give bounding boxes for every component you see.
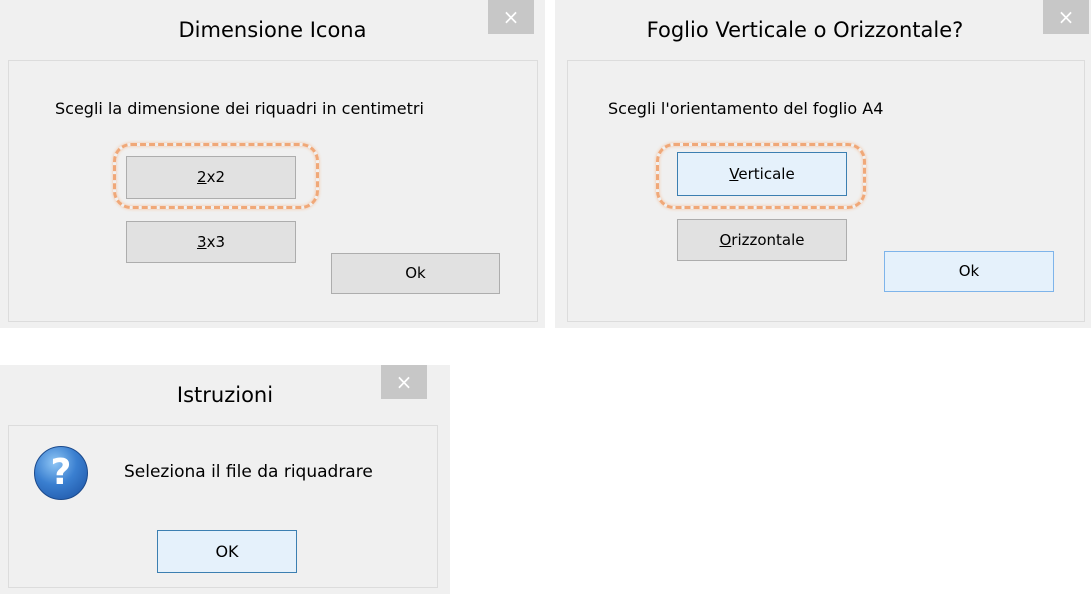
close-button[interactable]: × <box>1043 0 1089 34</box>
prompt-text: Scegli l'orientamento del foglio A4 <box>608 99 884 118</box>
close-icon: × <box>395 370 413 394</box>
title-bar: Foglio Verticale o Orizzontale? × <box>555 0 1091 60</box>
close-button[interactable]: × <box>381 365 427 399</box>
title-bar: Dimensione Icona × <box>0 0 545 60</box>
prompt-text: Scegli la dimensione dei riquadri in cen… <box>55 99 424 118</box>
ok-button[interactable]: Ok <box>331 253 500 294</box>
title-bar: Istruzioni × <box>0 365 450 425</box>
ok-button[interactable]: Ok <box>884 251 1054 292</box>
size-3x3-button[interactable]: 3x3 <box>126 221 296 263</box>
mnemonic: O <box>719 231 732 249</box>
mnemonic: 3 <box>197 233 207 251</box>
dialog-foglio-orientamento: Foglio Verticale o Orizzontale? × Scegli… <box>555 0 1091 328</box>
dialog-content: Scegli la dimensione dei riquadri in cen… <box>8 60 538 322</box>
close-button[interactable]: × <box>488 0 534 34</box>
ok-button[interactable]: OK <box>157 530 297 573</box>
message-text: Seleziona il file da riquadrare <box>124 462 373 482</box>
dialog-title: Dimensione Icona <box>178 18 367 42</box>
dialog-istruzioni: Istruzioni × ? Seleziona il file da riqu… <box>0 365 450 594</box>
mnemonic: 2 <box>197 168 207 186</box>
button-label: erticale <box>738 165 795 183</box>
dialog-title: Foglio Verticale o Orizzontale? <box>646 18 964 42</box>
question-icon: ? <box>34 446 88 500</box>
dialog-title: Istruzioni <box>176 383 274 407</box>
close-icon: × <box>1057 5 1075 29</box>
dialog-dimensione-icona: Dimensione Icona × Scegli la dimensione … <box>0 0 545 328</box>
button-label: x3 <box>206 233 225 251</box>
verticale-button[interactable]: Verticale <box>677 152 847 196</box>
button-label: x2 <box>206 168 225 186</box>
button-label: rizzontale <box>731 231 805 249</box>
orizzontale-button[interactable]: Orizzontale <box>677 219 847 261</box>
dialog-content: Scegli l'orientamento del foglio A4 Vert… <box>567 60 1085 322</box>
dialog-content: ? Seleziona il file da riquadrare OK <box>8 425 438 588</box>
close-icon: × <box>502 5 520 29</box>
size-2x2-button[interactable]: 2x2 <box>126 156 296 199</box>
